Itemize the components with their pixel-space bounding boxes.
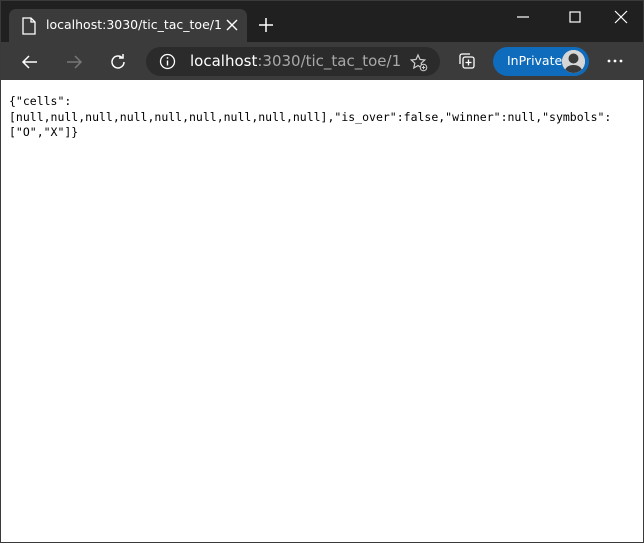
minimize-icon[interactable] — [513, 7, 533, 27]
more-icon[interactable] — [605, 51, 625, 71]
tab-title: localhost:3030/tic_tac_toe/1 — [46, 17, 222, 32]
tab-active[interactable]: localhost:3030/tic_tac_toe/1 — [9, 9, 247, 42]
inprivate-button[interactable]: InPrivate — [493, 47, 589, 76]
json-line: {"cells": — [9, 94, 72, 108]
json-line: ["O","X"]} — [9, 125, 79, 139]
new-tab-icon[interactable] — [258, 17, 274, 33]
url-text: localhost:3030/tic_tac_toe/1 — [190, 52, 401, 70]
back-arrow-icon[interactable] — [20, 52, 40, 72]
avatar — [562, 50, 585, 73]
browser-window: localhost:3030/tic_tac_toe/1 localhost:3… — [0, 0, 644, 543]
inprivate-label: InPrivate — [507, 53, 563, 68]
refresh-icon[interactable] — [108, 52, 128, 72]
toolbar: localhost:3030/tic_tac_toe/1 InPrivate — [1, 42, 643, 80]
address-bar[interactable]: localhost:3030/tic_tac_toe/1 — [146, 47, 440, 76]
maximize-icon[interactable] — [565, 7, 585, 27]
url-path: :3030/tic_tac_toe/1 — [257, 52, 402, 70]
add-favorite-icon[interactable] — [409, 53, 428, 72]
close-icon[interactable] — [225, 18, 239, 32]
page-content: {"cells": [null,null,null,null,null,null,… — [1, 80, 643, 542]
url-host: localhost — [190, 52, 258, 70]
person-icon — [562, 50, 585, 73]
info-icon[interactable] — [159, 53, 176, 70]
json-line: [null,null,null,null,null,null,null,null… — [9, 109, 612, 124]
json-response: {"cells": [null,null,null,null,null,null,… — [9, 94, 637, 141]
tab-strip: localhost:3030/tic_tac_toe/1 — [1, 1, 643, 42]
collections-icon[interactable] — [457, 51, 477, 71]
page-icon — [22, 17, 36, 35]
forward-arrow-icon[interactable] — [64, 52, 84, 72]
window-close-icon[interactable] — [611, 7, 631, 27]
